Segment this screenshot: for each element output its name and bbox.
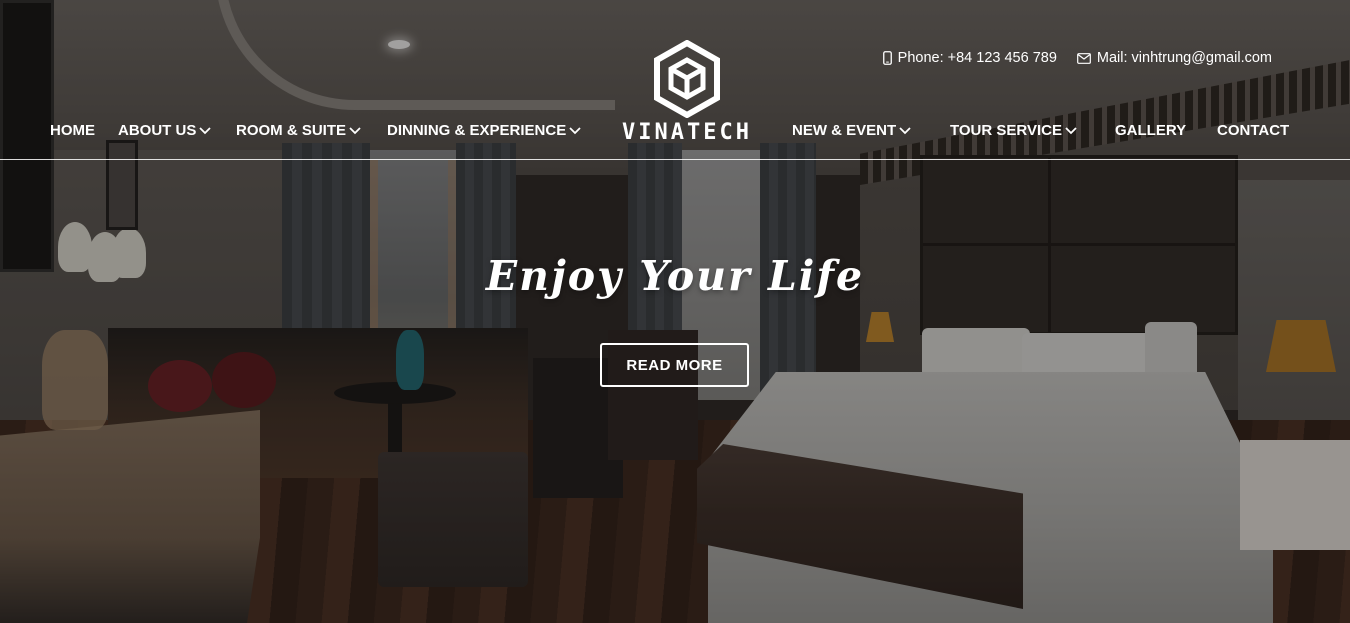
nav-item-home[interactable]: HOME bbox=[50, 122, 95, 139]
nav-item-label: NEW & EVENT bbox=[792, 122, 897, 139]
nav-item-about-us[interactable]: ABOUT US bbox=[118, 122, 211, 139]
nav-item-label: TOUR SERVICE bbox=[950, 122, 1062, 139]
main-nav: HOME ABOUT US ROOM & SUITE DINNING & EXP… bbox=[0, 122, 1350, 150]
nav-item-tour-service[interactable]: TOUR SERVICE bbox=[950, 122, 1077, 139]
nav-item-dinning-experience[interactable]: DINNING & EXPERIENCE bbox=[387, 122, 581, 139]
mail-label: Mail: vinhtrung@gmail.com bbox=[1096, 50, 1272, 66]
header-divider bbox=[0, 159, 1350, 160]
nav-item-label: ABOUT US bbox=[118, 122, 197, 139]
mail-icon bbox=[1077, 52, 1091, 64]
phone-contact[interactable]: Phone: +84 123 456 789 bbox=[882, 50, 1057, 66]
mail-contact[interactable]: Mail: vinhtrung@gmail.com bbox=[1077, 50, 1272, 66]
nav-item-label: HOME bbox=[50, 122, 95, 139]
hero-section: Phone: +84 123 456 789 Mail: vinhtrung@g… bbox=[0, 0, 1350, 623]
chevron-down-icon bbox=[349, 122, 361, 139]
hero-headline: Enjoy Your Life bbox=[485, 252, 865, 300]
phone-icon bbox=[882, 51, 892, 65]
nav-item-contact[interactable]: CONTACT bbox=[1217, 122, 1289, 139]
nav-item-label: GALLERY bbox=[1115, 122, 1187, 139]
chevron-down-icon bbox=[199, 122, 211, 139]
cube-logo-icon bbox=[612, 40, 762, 118]
chevron-down-icon bbox=[1065, 122, 1077, 139]
nav-item-new-event[interactable]: NEW & EVENT bbox=[792, 122, 911, 139]
chevron-down-icon bbox=[899, 122, 911, 139]
nav-item-room-suite[interactable]: ROOM & SUITE bbox=[236, 122, 361, 139]
nav-item-gallery[interactable]: GALLERY bbox=[1115, 122, 1186, 139]
nav-item-label: ROOM & SUITE bbox=[236, 122, 347, 139]
read-more-button[interactable]: READ MORE bbox=[600, 343, 749, 387]
chevron-down-icon bbox=[569, 122, 581, 139]
nav-item-label: DINNING & EXPERIENCE bbox=[387, 122, 567, 139]
phone-label: Phone: +84 123 456 789 bbox=[897, 50, 1057, 66]
contact-bar: Phone: +84 123 456 789 Mail: vinhtrung@g… bbox=[882, 50, 1272, 66]
nav-item-label: CONTACT bbox=[1217, 122, 1290, 139]
